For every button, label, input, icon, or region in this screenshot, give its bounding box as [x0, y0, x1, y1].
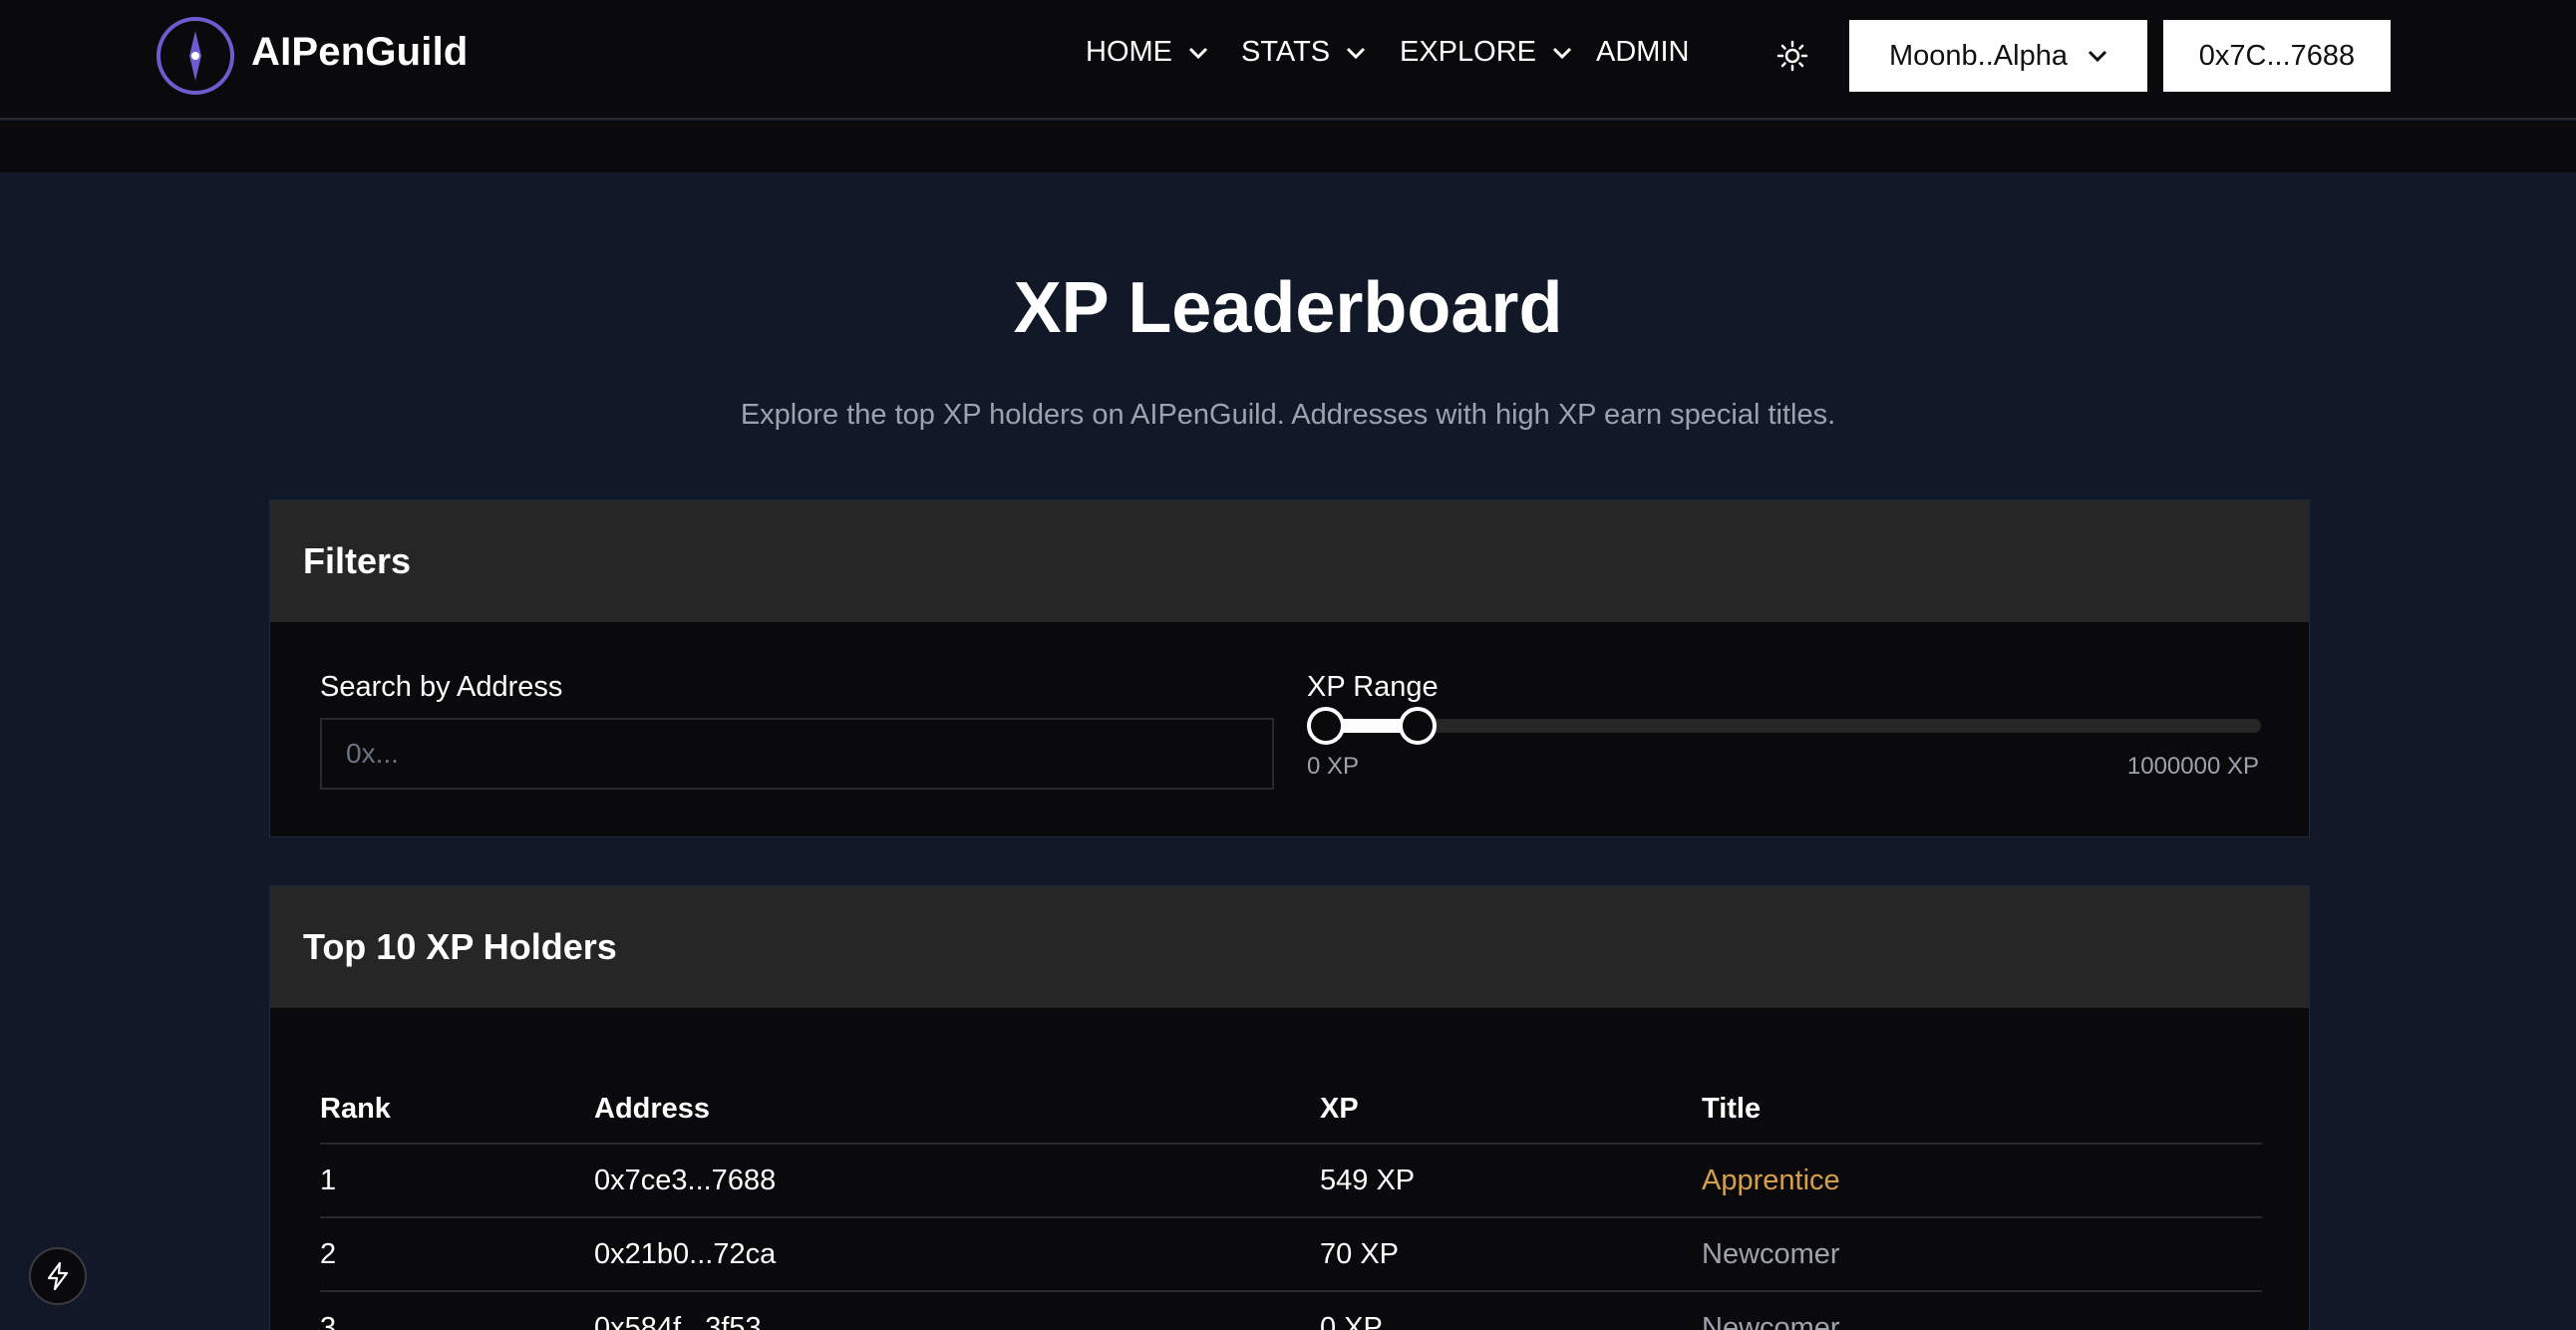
nav-explore[interactable]: EXPLORE: [1400, 36, 1572, 69]
sub-header-strip: [0, 121, 2576, 172]
title-cell: Newcomer: [1702, 1217, 2262, 1292]
title-cell: Apprentice: [1702, 1144, 2262, 1218]
xp-range-label: XP Range: [1307, 671, 1439, 703]
xp-cell: 549 XP: [1320, 1144, 1702, 1218]
filters-card: Filters Search by Address XP Range 0 XP …: [269, 499, 2310, 837]
chevron-down-icon: [1552, 47, 1572, 59]
leaderboard-header: Top 10 XP Holders: [270, 886, 2309, 1008]
page-subtitle: Explore the top XP holders on AIPenGuild…: [740, 399, 1836, 431]
table-row[interactable]: 2 0x21b0...72ca 70 XP Newcomer: [320, 1217, 2262, 1292]
column-header-xp: XP: [1320, 1076, 1702, 1145]
table-row[interactable]: 3 0x584f...3f53 0 XP Newcomer: [320, 1291, 2262, 1330]
rank-cell: 2: [320, 1217, 594, 1292]
nav-home-label: HOME: [1086, 36, 1172, 68]
xp-range-max-label: 1000000 XP: [2126, 753, 2259, 780]
top-navbar: AIPenGuild HOME STATS EXPLORE ADMIN Moon…: [0, 0, 2576, 120]
leaderboard-table: Rank Address XP Title 1 0x7ce3...7688 54…: [320, 1076, 2262, 1330]
page-title: XP Leaderboard: [1013, 268, 1563, 348]
xp-range-min-label: 0 XP: [1307, 753, 1360, 780]
xp-range-max-handle[interactable]: [1398, 707, 1437, 745]
theme-toggle-button[interactable]: [1776, 40, 1808, 72]
filters-header: Filters: [270, 500, 2309, 622]
chevron-down-icon: [1188, 47, 1208, 59]
title-cell: Newcomer: [1702, 1291, 2262, 1330]
nav-explore-label: EXPLORE: [1400, 36, 1536, 68]
nav-stats[interactable]: STATS: [1241, 36, 1366, 69]
nav-admin-label: ADMIN: [1596, 36, 1690, 68]
sun-icon: [1776, 40, 1808, 72]
leaderboard-card: Top 10 XP Holders Rank Address XP Title …: [269, 885, 2310, 1330]
filters-heading: Filters: [303, 540, 412, 581]
address-cell[interactable]: 0x584f...3f53: [594, 1291, 1320, 1330]
leaderboard-heading: Top 10 XP Holders: [303, 926, 617, 967]
compass-logo-icon[interactable]: [157, 17, 234, 95]
nav-admin[interactable]: ADMIN: [1596, 36, 1689, 69]
table-row[interactable]: 1 0x7ce3...7688 549 XP Apprentice: [320, 1144, 2262, 1218]
rank-cell: 3: [320, 1291, 594, 1330]
rank-cell: 1: [320, 1144, 594, 1218]
address-search-input[interactable]: [320, 718, 1274, 790]
xp-cell: 0 XP: [1320, 1291, 1702, 1330]
column-header-rank: Rank: [320, 1076, 594, 1145]
lightning-button[interactable]: [29, 1247, 87, 1305]
nav-stats-label: STATS: [1241, 36, 1331, 68]
xp-cell: 70 XP: [1320, 1217, 1702, 1292]
xp-range-min-handle[interactable]: [1307, 707, 1345, 745]
address-cell[interactable]: 0x21b0...72ca: [594, 1217, 1320, 1292]
network-select-button[interactable]: Moonb..Alpha: [1849, 20, 2147, 92]
nav-home[interactable]: HOME: [1086, 36, 1208, 69]
search-label: Search by Address: [320, 671, 563, 703]
lightning-icon: [47, 1261, 69, 1291]
wallet-address-label: 0x7C...7688: [2198, 39, 2356, 72]
network-label: Moonb..Alpha: [1889, 39, 2068, 72]
brand-name[interactable]: AIPenGuild: [251, 30, 469, 75]
xp-range-track[interactable]: [1307, 719, 2261, 733]
wallet-address-button[interactable]: 0x7C...7688: [2163, 20, 2391, 92]
address-cell[interactable]: 0x7ce3...7688: [594, 1144, 1320, 1218]
chevron-down-icon: [2088, 50, 2107, 63]
column-header-title: Title: [1702, 1076, 2262, 1145]
column-header-address: Address: [594, 1076, 1320, 1145]
table-header-row: Rank Address XP Title: [320, 1076, 2262, 1145]
chevron-down-icon: [1347, 47, 1366, 59]
